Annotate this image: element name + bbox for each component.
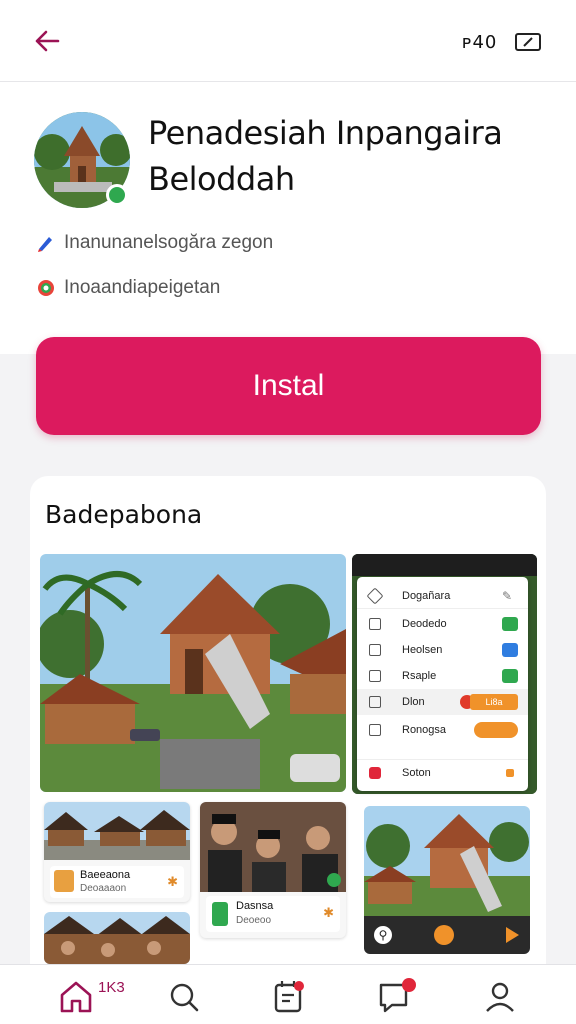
green-thumb-icon [212,902,228,926]
menu-item-label: Deodedo [402,618,447,630]
blue-tag-icon [502,643,518,657]
crowd-image [44,912,190,964]
context-menu: Dogañara ✎ Deodedo Heolsen Rsaple Dlon L… [357,577,528,791]
screenshot-houses[interactable]: Baeeaona Deoaaaon ✱ [44,802,190,902]
pencil-icon [38,237,52,252]
section-title: Badepabona [45,500,203,529]
search-icon [170,983,199,1012]
star-icon: ✱ [167,874,178,889]
green-tag-icon [502,617,518,631]
menu-header[interactable]: Dogañara ✎ [357,583,528,609]
bottom-nav: 1K3 [0,964,576,1024]
back-button[interactable] [30,26,64,56]
nav-search[interactable] [164,977,204,1017]
menu-header-label: Dogañara [402,589,451,602]
edit-icon: ✎ [502,588,513,603]
menu-footer-label: Soton [402,766,431,779]
apps-icon [274,981,304,1013]
top-bar: ᴘ40 [0,0,576,82]
install-button[interactable]: Instal [36,337,541,435]
nav-apps[interactable] [268,977,308,1017]
image-icon [369,696,381,708]
verified-badge-icon [106,184,128,206]
screen-icon [515,33,541,51]
category-icon [38,280,54,296]
screenshot-main[interactable] [40,554,346,792]
app-title-line1: Penadesiah Inpangaira [148,114,503,152]
list-icon [369,644,381,656]
search-control-icon[interactable]: ⚲ [374,926,392,944]
nav-messages[interactable] [376,977,416,1017]
settings-icon [369,724,381,736]
menu-item-label: Ronogsa [402,724,447,736]
chat-icon [369,670,381,682]
caption-title: Baeeaona [80,869,131,881]
star-icon: ✱ [323,905,334,920]
thumb-icon [54,870,74,892]
screenshot-crowd[interactable] [44,912,190,964]
home-icon [60,981,92,1013]
meta-category-text: Inoaandiapeigetan [64,277,221,298]
play-icon[interactable] [504,926,520,944]
app-title-line2: Beloddah [148,160,295,198]
menu-item[interactable]: Ronogsa [357,717,528,743]
menu-item[interactable]: Heolsen [357,637,528,663]
houses-image [44,802,190,860]
arrow-left-icon [35,30,60,52]
app-title: Penadesiah Inpangaira Beloddah [148,110,548,202]
caption-card: Dasnsa Deoeoo ✱ [206,896,340,932]
caption-subtitle: Deoeoo [236,915,272,926]
village-scene-image [40,554,346,792]
red-square-icon [369,766,381,779]
caption-card: Baeeaona Deoaaaon ✱ [50,866,184,898]
meta-developer-text: Inanunanelsogăra zegon [64,232,274,253]
nav-profile[interactable] [480,977,520,1017]
profile-icon [486,982,514,1012]
screenshot-temple[interactable]: ⚲ [364,806,530,956]
temple-image [364,806,530,916]
chat-icon [379,978,416,1013]
screenshot-people[interactable]: Dasnsa Deoeoo ✱ [200,802,346,938]
menu-item[interactable]: Rsaple [357,663,528,689]
record-control-icon[interactable] [434,925,454,945]
media-controls: ⚲ [364,916,530,954]
screen-button[interactable] [514,31,542,53]
meta-row-category[interactable]: Inoaandiapeigetan [36,277,220,299]
diamond-icon [366,587,384,604]
meta-row-developer[interactable]: Inanunanelsogăra zegon [36,232,273,254]
menu-item-label: Rsaple [402,670,437,682]
doc-icon [369,618,381,630]
menu-item[interactable]: Deodedo [357,611,528,637]
people-image [200,802,346,892]
caption-title: Dasnsa [236,900,274,912]
green-tag-icon [502,669,518,683]
menu-footer[interactable]: Soton [357,759,528,785]
orange-toggle[interactable] [474,722,518,738]
menu-item-label: Heolsen [402,644,443,656]
orange-dot-icon [506,768,514,777]
nav-home-label: 1K3 [98,979,125,996]
caption-subtitle: Deoaaaon [80,883,127,894]
nav-home[interactable] [56,977,96,1017]
menu-item-label: Dlon [402,696,425,708]
orange-tag: Li8a [470,694,518,710]
top-right-text: ᴘ40 [462,32,498,53]
menu-item[interactable]: Dlon Li8a [357,689,528,715]
